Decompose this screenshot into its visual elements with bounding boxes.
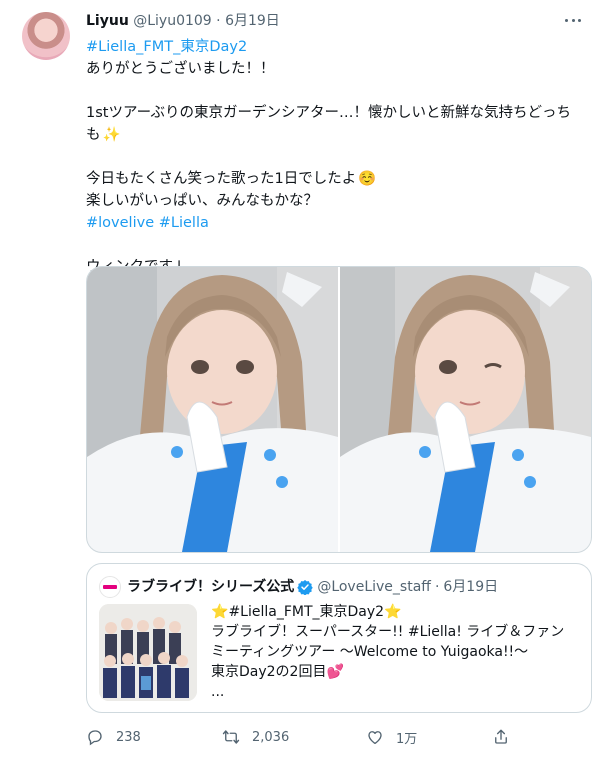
reply-icon <box>88 730 102 746</box>
hashtag-link[interactable]: #Liella <box>159 215 209 231</box>
quote-line: 東京Day2の2回目 <box>211 664 327 680</box>
tweet: Liyuu @Liyu0109 · 6月19日 #Liella_FMT_東京Da… <box>0 0 599 758</box>
tweet-header: Liyuu @Liyu0109 · 6月19日 <box>86 12 280 30</box>
text-line: も <box>86 127 101 143</box>
retweet-icon <box>222 730 240 744</box>
quote-hashtag: #Liella_FMT_東京Day2 <box>228 604 385 620</box>
sparkles-emoji: ✨ <box>102 127 121 143</box>
tweet-text: #Liella_FMT_東京Day2 ありがとうございました！！ 1stツアーぶ… <box>86 36 586 278</box>
avatar[interactable] <box>22 12 70 60</box>
quote-photo <box>99 604 197 701</box>
star-emoji: ⭐ <box>211 604 229 620</box>
quote-timestamp: 6月19日 <box>443 579 499 595</box>
star-emoji: ⭐ <box>384 604 402 620</box>
quote-header: ラブライブ！シリーズ公式 @LoveLive_staff · 6月19日 <box>99 576 498 598</box>
quote-tweet[interactable]: ラブライブ！シリーズ公式 @LoveLive_staff · 6月19日 ⭐#L… <box>86 563 592 713</box>
text-line: ありがとうございました！！ <box>86 61 275 77</box>
action-bar: 238 2,036 1万 <box>86 725 590 749</box>
separator: · <box>216 13 221 29</box>
quote-text: ⭐#Liella_FMT_東京Day2⭐ ラブライブ！スーパースター!! #Li… <box>211 602 581 702</box>
quote-avatar <box>99 576 121 598</box>
retweet-button[interactable]: 2,036 <box>222 725 289 749</box>
quote-display-name: ラブライブ！シリーズ公式 <box>127 579 295 595</box>
handle[interactable]: @Liyu0109 <box>133 13 211 29</box>
share-button[interactable] <box>492 725 522 749</box>
quote-line: ミーティングツアー ～Welcome to Yuigaoka!!～ <box>211 644 529 660</box>
timestamp[interactable]: 6月19日 <box>225 13 280 29</box>
quote-separator: · <box>434 579 440 595</box>
heart-icon <box>368 731 382 745</box>
quote-line: ... <box>211 684 225 700</box>
hashtag-link[interactable]: #lovelive <box>86 215 154 231</box>
photo-gallery <box>86 266 592 553</box>
hearts-emoji: 💕 <box>326 664 344 680</box>
like-button[interactable]: 1万 <box>366 725 417 749</box>
text-line: 今日もたくさん笑った歌った1日でしたよ <box>86 171 357 187</box>
quote-line: ラブライブ！スーパースター!! #Liella! ライブ＆ファン <box>211 624 565 640</box>
smiling-emoji: ☺️ <box>358 171 377 187</box>
text-line: 楽しいがいっぱい、みんなもかな？ <box>86 193 318 209</box>
display-name[interactable]: Liyuu <box>86 13 129 29</box>
reply-button[interactable]: 238 <box>86 725 141 749</box>
retweet-count: 2,036 <box>252 729 290 745</box>
quote-handle: @LoveLive_staff <box>317 579 431 595</box>
reply-count: 238 <box>116 729 141 745</box>
text-line: 1stツアーぶりの東京ガーデンシアター…！懐かしいと新鮮な気持ちどっち <box>86 105 572 121</box>
photo-1[interactable] <box>87 267 338 552</box>
share-icon <box>495 729 507 744</box>
photo-2[interactable] <box>340 267 591 552</box>
hashtag-link[interactable]: #Liella_FMT_東京Day2 <box>86 39 247 55</box>
verified-badge-icon <box>297 580 314 595</box>
more-horizontal-icon[interactable] <box>563 14 583 28</box>
like-count: 1万 <box>396 731 418 747</box>
